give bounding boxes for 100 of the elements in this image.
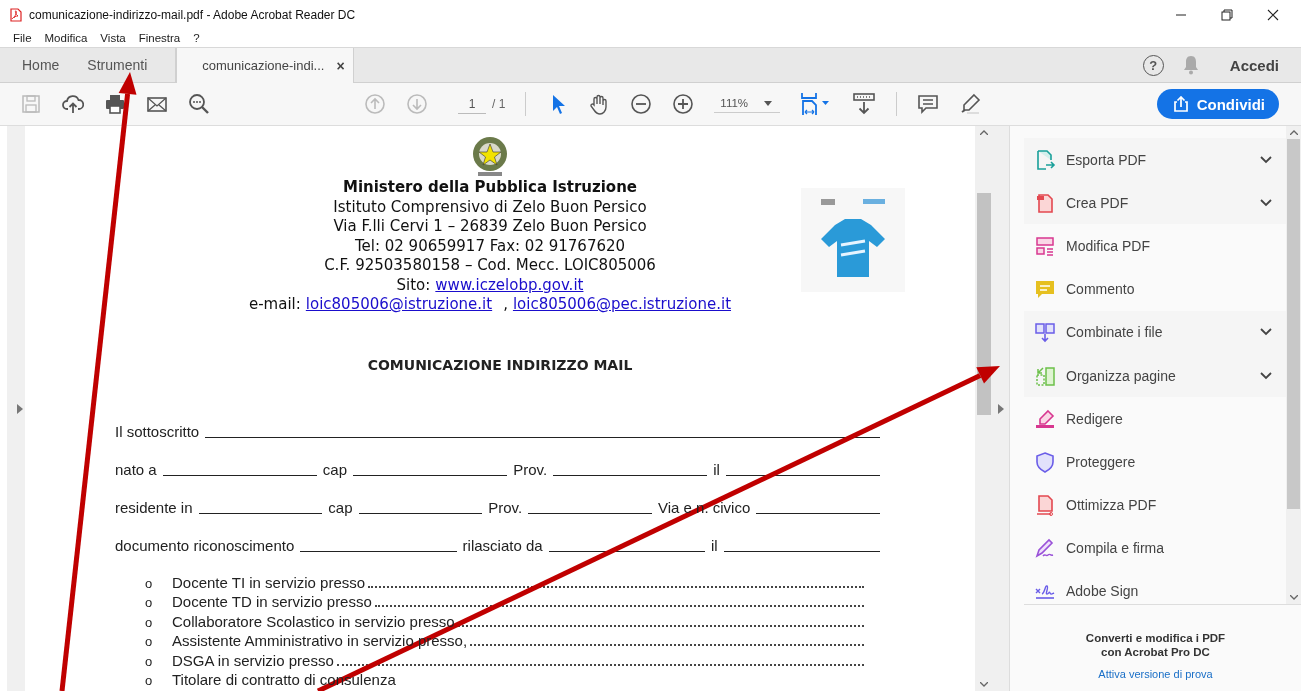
fill-in-line[interactable] [162, 474, 317, 476]
fill-in-line[interactable] [205, 436, 880, 438]
emblem-icon [470, 136, 510, 178]
caret-icon [764, 100, 773, 106]
chevron-down-icon[interactable] [1260, 328, 1272, 337]
tool-item[interactable]: Organizza pagine [1024, 353, 1286, 398]
scroll-down-icon[interactable] [1289, 595, 1298, 600]
tool-item[interactable]: Commento [1024, 267, 1286, 311]
option-text: Docente TD in servizio presso [172, 593, 372, 612]
header-line: Via F.lli Cervi 1 – 26839 Zelo Buon Persico [333, 217, 647, 237]
magnifier-icon[interactable] [188, 93, 210, 115]
shield-icon [1034, 450, 1056, 473]
ministry-name: Ministero della Pubblica Istruzione [342, 178, 638, 198]
fill-in-line[interactable] [300, 550, 457, 552]
files-merge-icon [1034, 321, 1056, 344]
website-link[interactable]: www.iczelobp.gov.it [435, 275, 584, 295]
zoom-out-icon[interactable] [630, 93, 653, 115]
scroll-up-icon[interactable] [979, 130, 988, 135]
tool-item[interactable]: Proteggere [1024, 440, 1286, 484]
pen-signature-icon [1034, 537, 1056, 560]
fill-in-line[interactable] [756, 512, 880, 514]
bullet-mark: o [145, 633, 154, 652]
chevron-down-icon[interactable] [1260, 371, 1272, 380]
tool-item[interactable]: Modifica PDF [1024, 224, 1286, 268]
fill-in-line[interactable] [548, 550, 705, 552]
highlighter-icon[interactable] [959, 93, 982, 115]
bullet-mark: o [145, 594, 154, 613]
pages-icon [1034, 364, 1056, 387]
header-line: Istituto Comprensivo di Zelo Buon Persico [333, 197, 647, 217]
close-icon[interactable] [1267, 9, 1279, 21]
site-label: Sito: [396, 275, 431, 295]
trial-link[interactable]: Attiva versione di prova [1010, 668, 1301, 680]
chevron-down-icon[interactable] [1260, 155, 1272, 164]
chevron-down-icon[interactable] [1260, 198, 1272, 207]
form-label: il [713, 460, 720, 478]
expand-left-icon[interactable] [17, 403, 23, 414]
scrollbar-thumb[interactable] [976, 193, 991, 415]
tab[interactable]: comunicazione-indi... × [176, 48, 354, 83]
print-icon[interactable] [104, 93, 126, 115]
option-text: Collaboratore Scolastico in servizio presso [172, 612, 455, 632]
restore-icon[interactable] [1221, 9, 1233, 21]
comment-icon[interactable] [917, 93, 940, 115]
collapse-right-icon[interactable] [997, 403, 1004, 414]
bullet-mark: o [145, 672, 154, 691]
scroll-mode-icon[interactable] [852, 92, 877, 116]
share-button[interactable]: Condividi [1156, 89, 1279, 119]
tool-item[interactable]: Combinate i file [1024, 310, 1286, 354]
tool-item[interactable]: Compila e firma [1024, 526, 1286, 570]
fill-in-line[interactable] [528, 512, 652, 514]
cloud-upload-icon[interactable] [62, 93, 84, 115]
email-link[interactable]: loic805006@pec.istruzione.it [512, 295, 731, 315]
tool-item[interactable]: Ottimizza PDF [1024, 483, 1286, 527]
menu-item[interactable]: ? [193, 32, 200, 44]
scroll-up-icon[interactable] [1289, 130, 1298, 135]
speech-bubble-icon [1034, 278, 1056, 301]
sign-in-link[interactable]: Accedi [1229, 56, 1279, 74]
zoom-in-icon[interactable] [672, 93, 695, 115]
menu-item[interactable]: Finestra [138, 32, 181, 44]
option-text: Docente TI in servizio presso [172, 573, 366, 593]
zoom-value: 111% [720, 97, 749, 109]
fill-in-line[interactable] [723, 550, 880, 552]
menu-item[interactable]: Modifica [44, 32, 88, 44]
menu-item[interactable]: File [13, 32, 32, 44]
form-label: Prov. [488, 498, 523, 516]
zoom-dropdown[interactable]: 111% [714, 95, 781, 113]
pdf-file-icon [10, 8, 22, 22]
tool-item[interactable]: Redigere [1024, 397, 1286, 441]
fill-in-line[interactable] [353, 474, 508, 476]
tool-item[interactable]: Adobe Sign [1024, 569, 1286, 614]
fill-in-line[interactable] [725, 474, 880, 476]
scrollbar[interactable] [1286, 126, 1301, 604]
page-count: / 1 [492, 97, 506, 111]
bullet-mark: o [145, 652, 154, 671]
form-label: rilasciato da [462, 536, 543, 554]
email-label: e-mail: [248, 295, 301, 315]
form-label: cap [322, 460, 348, 478]
bullet-mark: o [145, 613, 154, 632]
header-line: Tel: 02 90659917 Fax: 02 91767620 [354, 236, 626, 256]
fill-in-line[interactable] [358, 512, 483, 514]
scroll-down-icon[interactable] [979, 682, 988, 687]
form-label: nato a [115, 460, 157, 478]
scrollbar-thumb[interactable] [1287, 139, 1300, 509]
document-title: COMUNICAZIONE INDIRIZZO MAIL [366, 356, 634, 373]
share-icon [1172, 96, 1189, 112]
option-text: DSGA in servizio presso [172, 651, 334, 671]
bullet-mark: o [145, 574, 154, 593]
tool-item[interactable]: Esporta PDF [1024, 138, 1286, 182]
email-link[interactable]: loic805006@istruzione.it [305, 295, 493, 315]
fill-in-line[interactable] [553, 474, 708, 476]
close-tab-button[interactable]: × [336, 57, 345, 74]
tab[interactable]: Home [8, 48, 74, 82]
menu-item[interactable]: Vista [100, 32, 126, 44]
fill-in-line[interactable] [198, 512, 323, 514]
tool-item[interactable]: Crea PDF [1024, 181, 1286, 225]
promo-text: Converti e modifica i PDF con Acrobat Pro DC [1084, 631, 1227, 659]
window-title: comunicazione-indirizzo-mail.pdf - Adobe Acrobat Reader DC [29, 8, 356, 22]
page-number-field[interactable]: 1 [458, 94, 486, 114]
file-icon [1034, 494, 1056, 517]
file-add-icon [1034, 191, 1056, 214]
form-label: documento riconoscimento [115, 536, 295, 554]
